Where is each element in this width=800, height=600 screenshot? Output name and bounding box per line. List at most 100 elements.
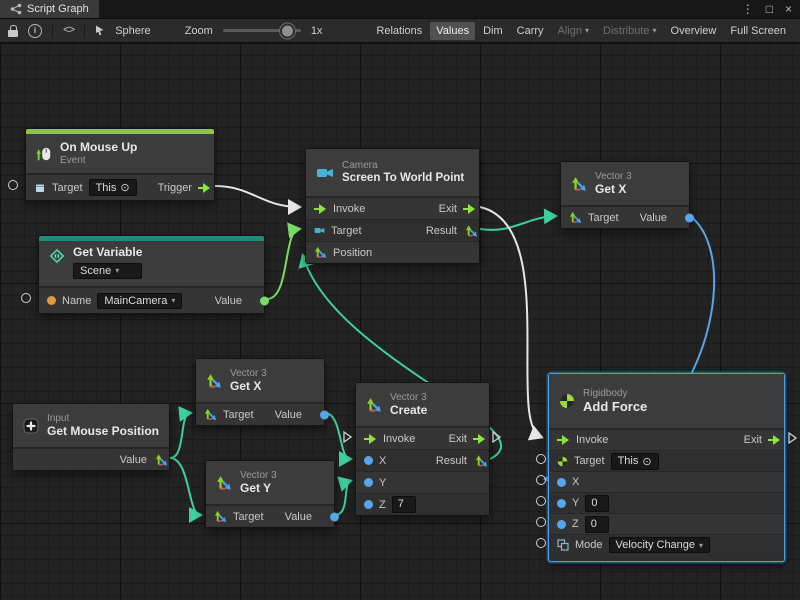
wire-gety-to-create-y[interactable] (335, 481, 350, 515)
node-add-force[interactable]: Rigidbody Add Force Invoke Exit Target T… (548, 373, 785, 562)
value-output-port[interactable] (685, 213, 694, 222)
port-x-label: X (572, 476, 579, 488)
wire-result-to-getx-top[interactable] (480, 216, 555, 230)
trigger-flow-port[interactable] (198, 183, 211, 193)
node-screen-to-world-point[interactable]: Camera Screen To World Point Invoke Exit… (305, 148, 480, 264)
toolbar-button-dim[interactable]: Dim (477, 22, 509, 40)
exit-flow-port[interactable] (768, 435, 781, 445)
value-output-port[interactable] (330, 512, 339, 521)
z-input-port[interactable] (557, 520, 566, 529)
port-target-label: Target (223, 409, 254, 421)
z-input-port[interactable] (364, 500, 373, 509)
code-view-icon[interactable]: <> (63, 25, 74, 37)
z-value-field[interactable]: 0 (585, 516, 609, 533)
lock-icon[interactable] (8, 30, 18, 37)
graph-toolbar: i <> Sphere Zoom 1x Relations Values Dim… (0, 19, 800, 43)
camera-icon (316, 166, 334, 180)
node-get-x-mid[interactable]: Vector 3 Get X Target Value (195, 358, 325, 426)
this-label: This (96, 182, 117, 194)
node-subtitle: Event (60, 155, 137, 166)
invoke-flow-port[interactable] (364, 434, 377, 444)
toolbar-button-relations[interactable]: Relations (370, 22, 428, 40)
x-input-port[interactable] (364, 456, 373, 465)
invoke-flow-port[interactable] (314, 204, 327, 214)
port-trigger-label: Trigger (158, 182, 192, 194)
node-get-y[interactable]: Vector 3 Get Y Target Value (205, 460, 335, 528)
wire-mouse-to-getx[interactable] (170, 413, 190, 458)
port-exit-label: Exit (744, 434, 762, 446)
close-icon[interactable]: × (785, 2, 792, 16)
vector3-port-icon[interactable] (204, 408, 217, 421)
vector3-port-icon[interactable] (314, 246, 327, 259)
kebab-menu-icon[interactable]: ⋮ (742, 2, 754, 16)
x-input-port[interactable] (557, 478, 566, 487)
y-input-port[interactable] (557, 499, 566, 508)
node-create-vector3[interactable]: Vector 3 Create Invoke Exit X Result Y Z… (355, 382, 490, 516)
info-icon[interactable]: i (28, 24, 42, 38)
wire-variable-to-target[interactable] (267, 229, 299, 299)
toolbar-button-align[interactable]: Align ▾ (552, 22, 595, 40)
toolbar-separator (84, 24, 85, 38)
on-mouse-up-target-port[interactable] (8, 180, 18, 190)
vector3-port-icon[interactable] (569, 211, 582, 224)
script-graph-icon (10, 3, 22, 15)
value-output-port[interactable] (260, 296, 269, 305)
add-force-mode-port[interactable] (536, 538, 546, 548)
toolbar-button-fullscreen[interactable]: Full Screen (724, 22, 792, 40)
camera-type-icon (314, 225, 325, 236)
value-output-port[interactable] (320, 410, 329, 419)
add-force-target-port[interactable] (536, 454, 546, 464)
create-invoke-port[interactable] (343, 431, 352, 443)
exit-flow-port[interactable] (463, 204, 476, 214)
add-force-exit-port[interactable] (788, 432, 797, 444)
port-invoke-label: Invoke (333, 203, 365, 215)
port-z-label: Z (572, 518, 579, 530)
this-target-chip[interactable]: This ⊙ (611, 453, 659, 470)
zoom-slider[interactable] (223, 29, 301, 32)
create-exit-port[interactable] (492, 431, 501, 443)
y-value-field[interactable]: 0 (585, 495, 609, 512)
get-variable-name-port[interactable] (21, 293, 31, 303)
node-get-x-top[interactable]: Vector 3 Get X Target Value (560, 161, 690, 229)
this-label: This (618, 455, 639, 467)
port-value-label: Value (120, 454, 147, 466)
port-target-label: Target (52, 182, 83, 194)
vector3-port-icon[interactable] (475, 454, 488, 467)
toolbar-button-overview[interactable]: Overview (665, 22, 723, 40)
mode-dropdown[interactable]: Velocity Change ▾ (609, 537, 711, 553)
add-force-x-port[interactable] (536, 475, 546, 485)
vector3-port-icon[interactable] (155, 453, 168, 466)
node-category: Vector 3 (390, 392, 427, 403)
port-y-label: Y (572, 497, 579, 509)
node-title: Add Force (583, 400, 647, 415)
add-force-y-port[interactable] (536, 496, 546, 506)
variable-scope-dropdown[interactable]: Scene ▾ (73, 263, 142, 279)
graph-canvas[interactable]: On Mouse Up Event Target This ⊙ Trigger … (0, 43, 800, 600)
exit-flow-port[interactable] (473, 434, 486, 444)
maximize-icon[interactable]: □ (766, 2, 773, 16)
variable-icon (49, 248, 65, 264)
z-value-field[interactable]: 7 (392, 496, 416, 513)
tab-script-graph[interactable]: Script Graph (0, 0, 99, 18)
selection-cursor-icon (95, 25, 105, 36)
variable-name-dropdown[interactable]: MainCamera ▾ (97, 293, 182, 309)
chevron-down-icon: ▾ (653, 26, 657, 35)
node-on-mouse-up[interactable]: On Mouse Up Event Target This ⊙ Trigger (25, 128, 215, 201)
this-target-chip[interactable]: This ⊙ (89, 179, 137, 196)
wire-mouse-to-gety[interactable] (170, 458, 200, 515)
vector3-port-icon[interactable] (465, 224, 478, 237)
wire-trigger-to-invoke[interactable] (215, 186, 299, 207)
toolbar-button-carry[interactable]: Carry (511, 22, 550, 40)
name-port-icon[interactable] (47, 296, 56, 305)
port-exit-label: Exit (439, 203, 457, 215)
invoke-flow-port[interactable] (557, 435, 570, 445)
y-input-port[interactable] (364, 478, 373, 487)
add-force-z-port[interactable] (536, 517, 546, 527)
node-get-variable[interactable]: Get Variable Scene ▾ Name MainCamera ▾ V… (38, 235, 265, 314)
zoom-slider-handle[interactable] (280, 23, 295, 38)
toolbar-button-distribute[interactable]: Distribute ▾ (597, 22, 662, 40)
node-get-mouse-position[interactable]: Input Get Mouse Position Value (12, 403, 170, 471)
toolbar-button-values[interactable]: Values (430, 22, 475, 40)
vector3-port-icon[interactable] (214, 510, 227, 523)
port-target-label: Target (574, 455, 605, 467)
